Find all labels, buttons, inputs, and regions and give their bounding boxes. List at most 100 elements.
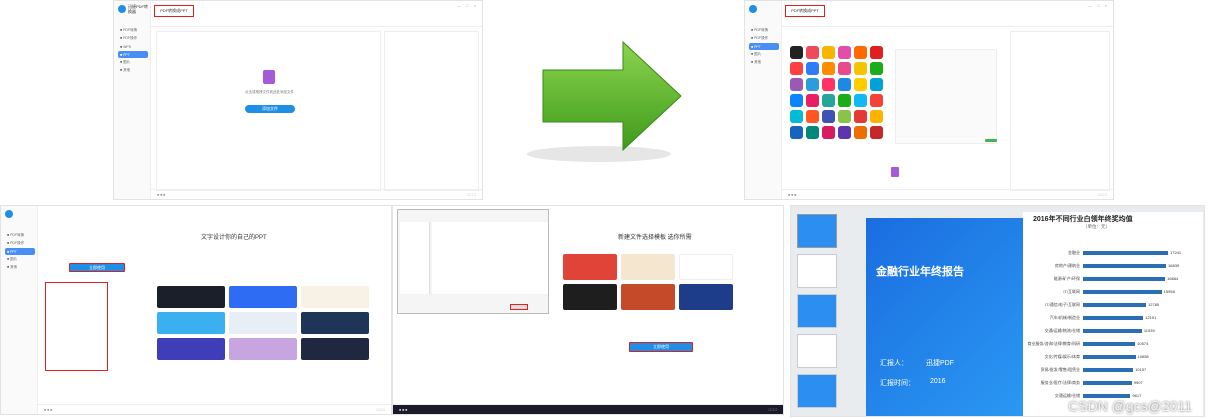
slide-thumb[interactable] (797, 214, 837, 248)
sidebar-item-active[interactable]: ■ PPT (5, 248, 35, 255)
template-thumbnail[interactable] (679, 284, 733, 310)
sidebar-item[interactable]: ■ 其他 (118, 67, 148, 74)
template-thumbnail[interactable] (621, 284, 675, 310)
panel-empty-converter: 迅捷PDF转换器 ■ PDF转换 ■ PDF操作 ■ WPS ■ PPT ■ 图… (113, 0, 483, 200)
app-icon (854, 46, 867, 59)
sidebar-item[interactable]: ■ 图片 (749, 51, 779, 58)
slide-thumb[interactable] (797, 294, 837, 328)
app-icon (822, 126, 835, 139)
bar-row: 汽车/机械/制造业 12191 (1023, 314, 1156, 321)
template-thumbnail[interactable] (679, 254, 733, 280)
date-label: 汇报时间： (880, 380, 915, 387)
sidebar-item[interactable]: ■ PDF转换 (5, 232, 35, 239)
start-button[interactable]: 立即使用 (69, 263, 125, 272)
app-icon (870, 46, 883, 59)
app-icon (790, 126, 803, 139)
template-thumbnail[interactable] (301, 286, 369, 308)
bar-label: 金融业 (1068, 249, 1080, 255)
bar-value-label: 10157 (1135, 367, 1147, 372)
sidebar-item[interactable]: ■ 图片 (118, 59, 148, 66)
app-icon (822, 110, 835, 123)
slide-thumb[interactable] (797, 374, 837, 408)
sidebar-item[interactable]: ■ PDF操作 (5, 240, 35, 247)
bar (1083, 341, 1136, 346)
sidebar-item[interactable]: ■ PDF转换 (118, 27, 148, 34)
slide-thumb[interactable] (797, 334, 837, 368)
toolbar: PDF转换成PPT — □ × (782, 1, 1113, 27)
bar (1083, 250, 1168, 255)
bar-value-label: 11939 (1143, 328, 1155, 333)
status-bar: ■ ■ ■ □ □ □ (38, 404, 391, 414)
app-icon (854, 78, 867, 91)
sidebar-item-active[interactable]: ■ PPT (749, 43, 779, 50)
tab-pdf-to-ppt[interactable]: PDF转换成PPT (154, 5, 194, 17)
sidebar-list: ■ PDF转换 ■ PDF操作 ■ WPS ■ PPT ■ 图片 ■ 其他 (118, 27, 148, 75)
app-logo-icon (749, 5, 757, 13)
page-heading: 文字设计你的自己的PPT (201, 235, 267, 241)
slide-title: 金融行业年终报告 (876, 266, 964, 278)
drop-hint: 点击或拖拽文件到此处添加文件 (245, 90, 294, 94)
sidebar-item[interactable]: ■ 其他 (5, 264, 35, 271)
highlight-box (45, 282, 108, 371)
app-icon (854, 110, 867, 123)
template-thumbnail[interactable] (229, 338, 297, 360)
add-file-button[interactable]: 添加文件 (245, 105, 295, 113)
bar-label: IT/通信/电子/互联网 (1045, 301, 1080, 307)
status-bar: ■ ■ ■ □ □ □ (393, 404, 783, 414)
template-thumbnail[interactable] (301, 338, 369, 360)
sidebar-item[interactable]: ■ 图片 (5, 256, 35, 263)
window-controls[interactable]: — □ × (457, 3, 478, 8)
sidebar-item[interactable]: ■ PDF转换 (749, 27, 779, 34)
app-icon (806, 126, 819, 139)
bar-label: 商业服务/咨询/法律/教育/科研 (1027, 340, 1080, 346)
use-button[interactable]: 立即使用 (629, 342, 693, 352)
bar-value-label: 17241 (1170, 250, 1182, 255)
dialog-open-button[interactable] (510, 304, 528, 310)
template-thumbnail[interactable] (229, 286, 297, 308)
sidebar-item[interactable]: ■ PDF操作 (118, 35, 148, 42)
bar (1083, 263, 1167, 268)
bar-value-label: 15958 (1163, 289, 1175, 294)
sidebar-item[interactable]: ■ WPS (118, 43, 148, 50)
green-arrow-icon (527, 40, 682, 162)
app-logo-icon (118, 5, 126, 13)
template-thumbnail[interactable] (229, 312, 297, 334)
file-icon (891, 167, 899, 177)
template-thumbnail[interactable] (301, 312, 369, 334)
sidebar-item[interactable]: ■ PDF操作 (749, 35, 779, 42)
dialog-file-list (432, 222, 548, 294)
template-thumbnail[interactable] (157, 312, 225, 334)
bar-value-label: 9907 (1133, 380, 1143, 385)
sidebar-item-active[interactable]: ■ PPT (118, 51, 148, 58)
app-icon (838, 94, 851, 107)
template-grid (563, 254, 733, 310)
bar (1083, 302, 1147, 307)
dialog-sidebar (400, 222, 430, 294)
toolbar: PDF转换成PPT — □ × (151, 1, 482, 27)
reporter-label: 汇报人： (880, 360, 908, 367)
bar-label: 汽车/机械/制造业 (1049, 314, 1080, 320)
slide-thumb[interactable] (797, 254, 837, 288)
template-thumbnail[interactable] (621, 254, 675, 280)
app-icon (870, 126, 883, 139)
app-icon (790, 78, 803, 91)
template-thumbnail[interactable] (563, 254, 617, 280)
bar (1083, 393, 1131, 398)
bar-row: 能源/矿产/环保 16664 (1023, 276, 1179, 282)
tab-pdf-to-ppt[interactable]: PDF转换成PPT (785, 5, 825, 17)
right-panel (384, 31, 479, 191)
window-controls[interactable]: — □ × (1088, 3, 1109, 8)
sidebar: ■ PDF转换 ■ PDF操作 ■ PPT ■ 图片 ■ 其他 (745, 1, 782, 199)
sidebar-item[interactable]: ■ 其他 (749, 59, 779, 66)
chart-slide: 2016年不同行业白领年终奖均值 （单位：元） 金融业 17241 房地产/建筑业 1… (1023, 212, 1203, 416)
app-icon (870, 62, 883, 75)
template-thumbnail[interactable] (157, 338, 225, 360)
drop-zone[interactable]: 点击或拖拽文件到此处添加文件 添加文件 (156, 31, 381, 191)
panel-file-loaded: ■ PDF转换 ■ PDF操作 ■ PPT ■ 图片 ■ 其他 PDF转换成PP… (744, 0, 1114, 200)
app-icon (822, 62, 835, 75)
sidebar: ■ PDF转换 ■ PDF操作 ■ PPT ■ 图片 ■ 其他 (1, 206, 38, 414)
template-thumbnail[interactable] (157, 286, 225, 308)
app-icon (790, 46, 803, 59)
watermark: CSDN @gcs@2011 (1068, 398, 1192, 414)
template-thumbnail[interactable] (563, 284, 617, 310)
